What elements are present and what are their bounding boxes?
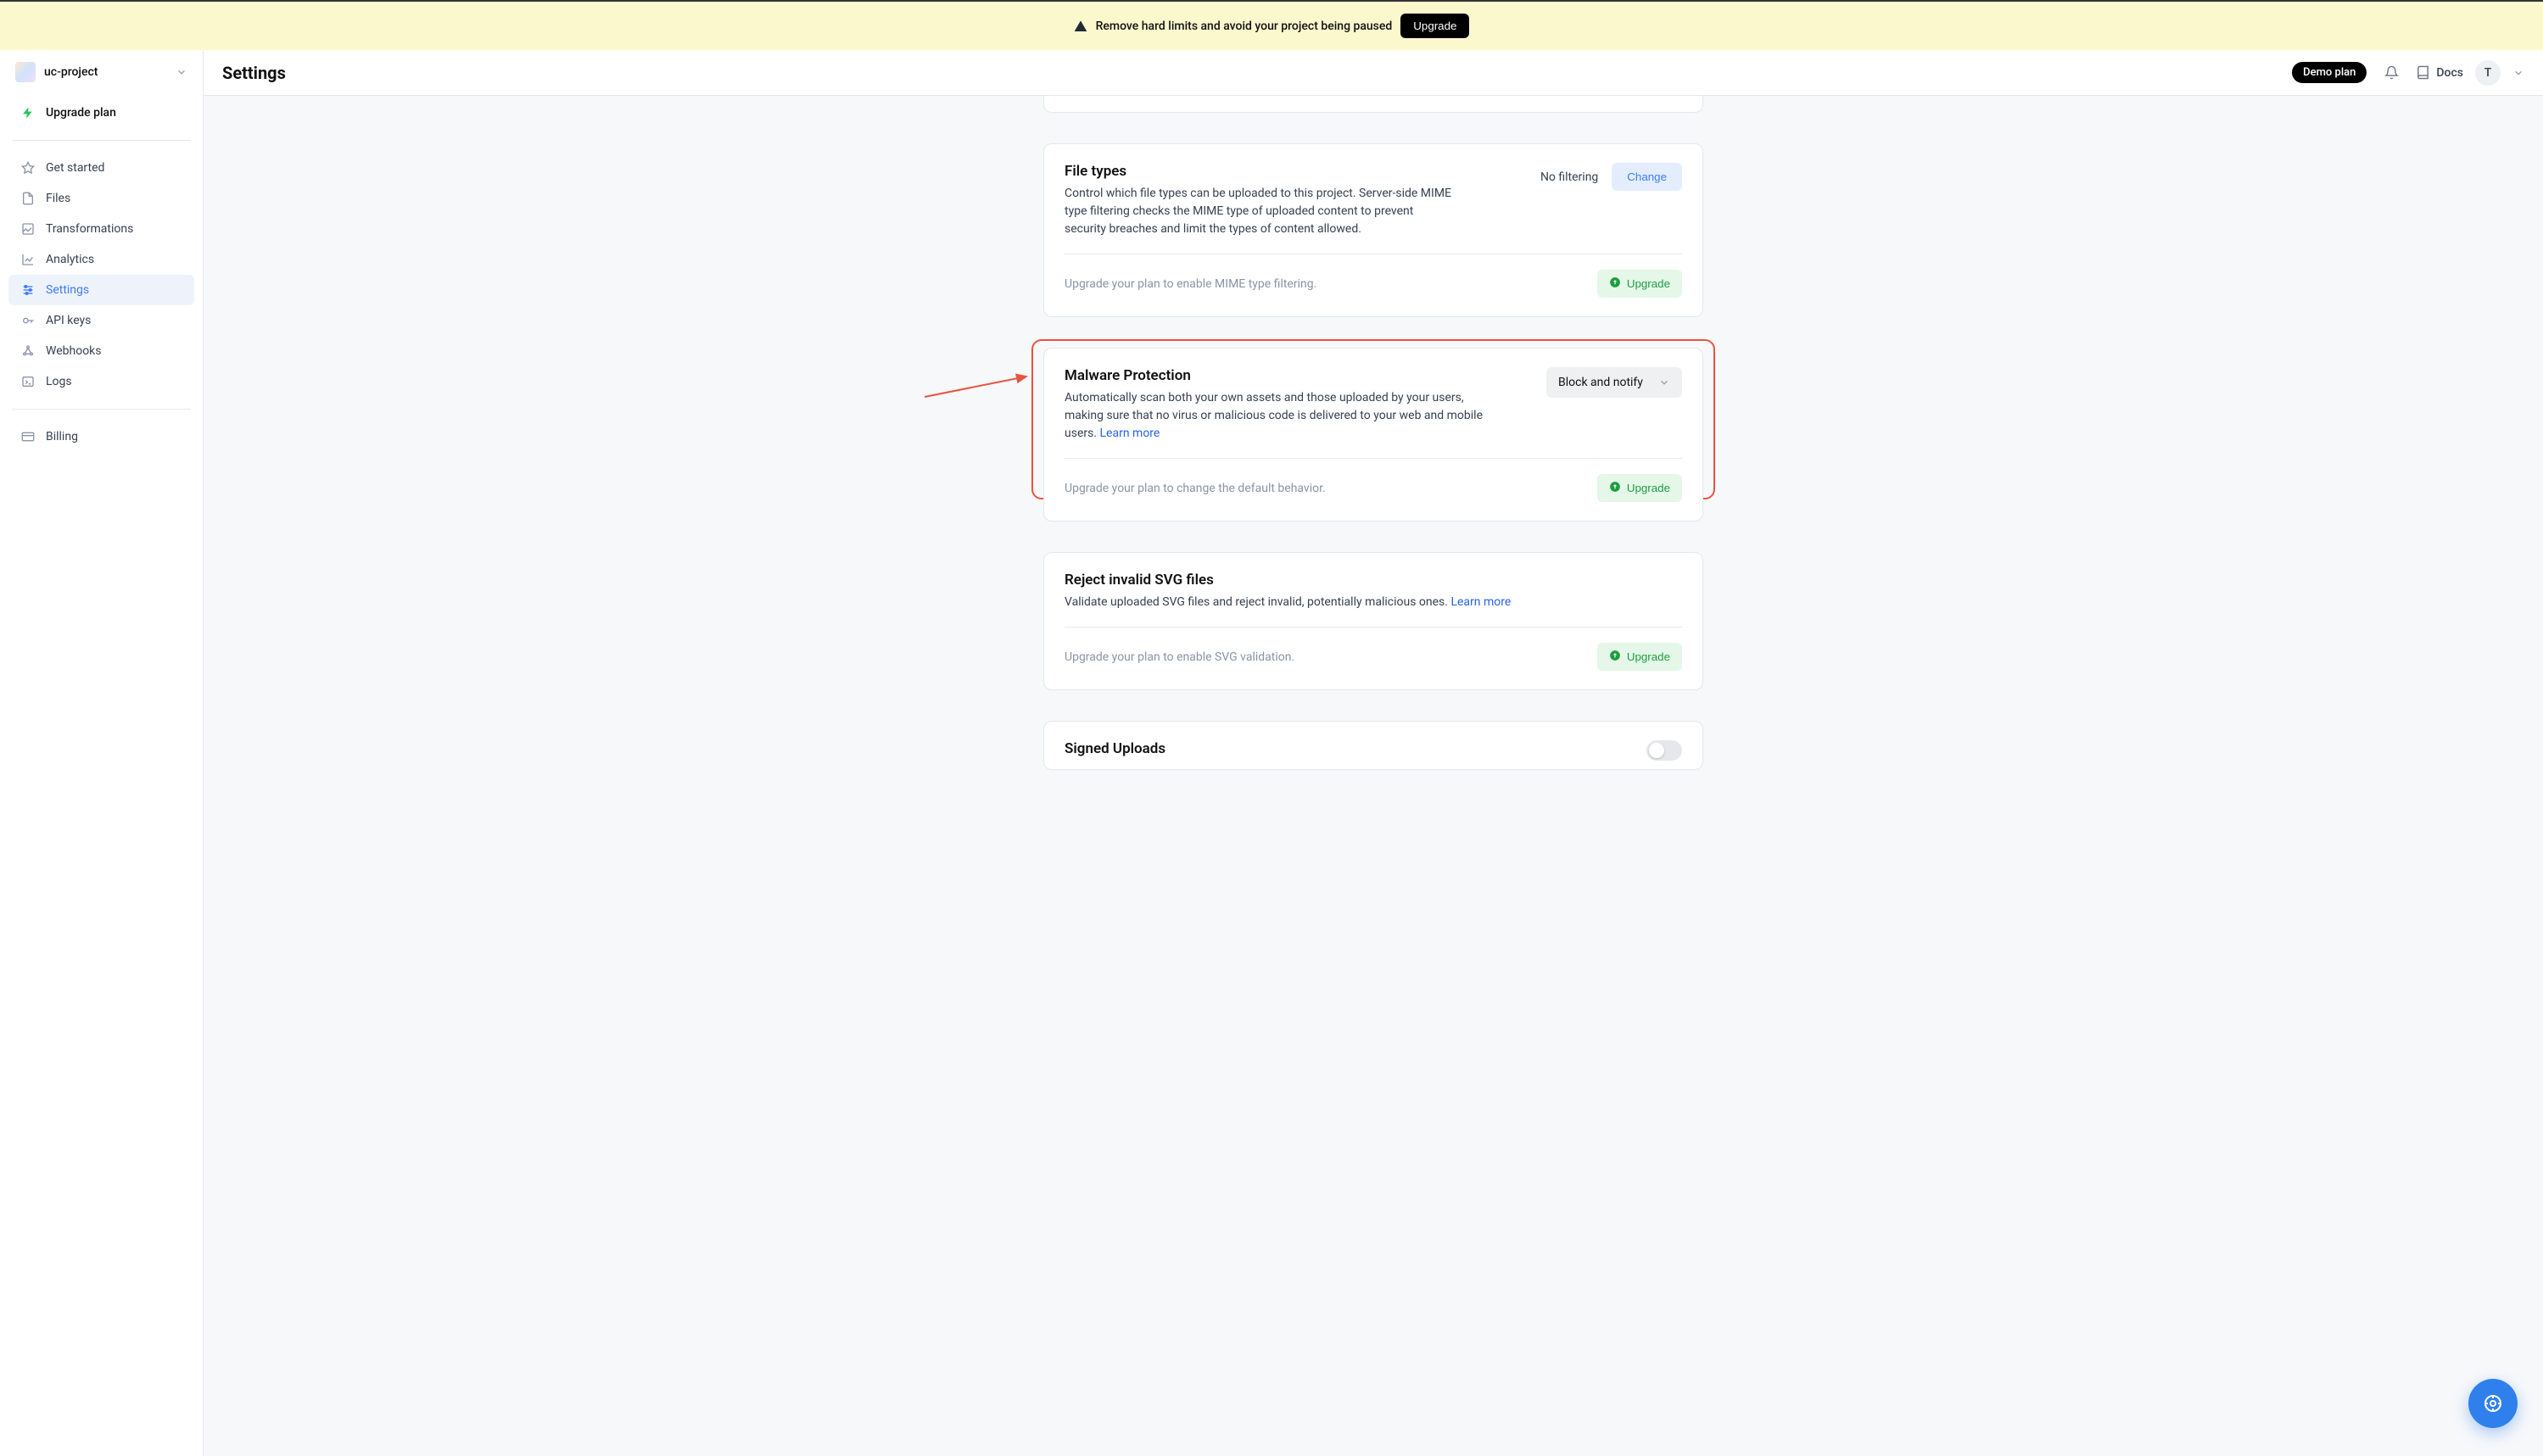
upgrade-hint: Upgrade your plan to enable SVG validati…	[1065, 650, 1294, 664]
sidebar-item-files[interactable]: Files	[8, 183, 194, 214]
upgrade-label: Upgrade	[1627, 277, 1670, 290]
docs-label: Docs	[2436, 66, 2463, 80]
arrow-up-circle-icon	[1609, 650, 1621, 664]
toggle-knob	[1649, 743, 1664, 758]
page-title: Settings	[222, 63, 2280, 83]
key-icon	[20, 314, 36, 327]
upgrade-hint: Upgrade your plan to enable MIME type fi…	[1065, 277, 1316, 291]
sidebar-item-label: Logs	[46, 375, 72, 388]
sidebar-item-settings[interactable]: Settings	[8, 275, 194, 305]
card-title: Reject invalid SVG files	[1065, 572, 1682, 589]
chevron-down-icon	[176, 66, 187, 78]
sidebar-item-label: API keys	[46, 314, 91, 327]
project-name: uc-project	[44, 65, 167, 79]
malware-mode-select[interactable]: Block and notify	[1546, 367, 1682, 398]
sidebar-item-get-started[interactable]: Get started	[8, 153, 194, 183]
card-title: File types	[1065, 163, 1515, 180]
card-icon	[20, 430, 36, 443]
learn-more-link[interactable]: Learn more	[1100, 427, 1160, 440]
card-title: Signed Uploads	[1065, 740, 1621, 757]
card-description: Validate uploaded SVG files and reject i…	[1065, 594, 1573, 611]
card-malware-protection: Malware Protection Automatically scan bo…	[1043, 348, 1703, 522]
banner-upgrade-button[interactable]: Upgrade	[1400, 14, 1469, 38]
sidebar-item-label: Analytics	[46, 253, 94, 266]
topbar: Settings Demo plan Docs T	[204, 50, 2543, 96]
star-icon	[20, 161, 36, 175]
sidebar-item-api-keys[interactable]: API keys	[8, 305, 194, 336]
bell-icon[interactable]	[2378, 60, 2404, 86]
select-value: Block and notify	[1558, 376, 1643, 389]
plan-badge[interactable]: Demo plan	[2292, 62, 2367, 83]
project-switcher[interactable]: uc-project	[0, 50, 203, 94]
card-reject-svg: Reject invalid SVG files Validate upload…	[1043, 552, 1703, 690]
sidebar-item-logs[interactable]: Logs	[8, 366, 194, 397]
analytics-icon	[20, 253, 36, 266]
sidebar-item-label: Files	[46, 192, 70, 205]
avatar-initial: T	[2484, 66, 2492, 80]
sliders-icon	[20, 283, 36, 297]
card-file-types: File types Control which file types can …	[1043, 143, 1703, 317]
learn-more-link[interactable]: Learn more	[1450, 595, 1511, 609]
support-chat-button[interactable]	[2468, 1379, 2518, 1428]
sidebar-item-webhooks[interactable]: Webhooks	[8, 336, 194, 366]
logs-icon	[20, 375, 36, 388]
card-description-text: Validate uploaded SVG files and reject i…	[1065, 595, 1450, 609]
sidebar-divider	[12, 140, 191, 141]
card-description: Automatically scan both your own assets …	[1065, 389, 1506, 443]
lightning-icon	[20, 106, 36, 120]
upgrade-label: Upgrade	[1627, 482, 1670, 494]
upgrade-button[interactable]: Upgrade	[1597, 474, 1682, 502]
banner-text: Remove hard limits and avoid your projec…	[1096, 20, 1393, 33]
upgrade-button[interactable]: Upgrade	[1597, 643, 1682, 671]
sidebar-item-transformations[interactable]: Transformations	[8, 214, 194, 244]
change-button[interactable]: Change	[1612, 163, 1682, 191]
upgrade-button[interactable]: Upgrade	[1597, 270, 1682, 298]
card-previous-partial	[1043, 96, 1703, 113]
transform-icon	[20, 222, 36, 236]
sidebar-item-billing[interactable]: Billing	[8, 421, 194, 452]
file-icon	[20, 192, 36, 205]
sidebar: uc-project Upgrade plan Get started	[0, 50, 204, 1456]
webhook-icon	[20, 344, 36, 358]
filtering-status: No filtering	[1540, 170, 1598, 184]
sidebar-item-label: Webhooks	[46, 344, 102, 358]
sidebar-item-upgrade-plan[interactable]: Upgrade plan	[8, 98, 194, 128]
upgrade-banner: Remove hard limits and avoid your projec…	[0, 2, 2543, 50]
card-title: Malware Protection	[1065, 367, 1521, 384]
warning-icon	[1074, 20, 1087, 33]
avatar[interactable]: T	[2475, 60, 2501, 86]
chevron-down-icon	[1658, 377, 1670, 388]
signed-uploads-toggle[interactable]	[1646, 740, 1682, 761]
card-description: Control which file types can be uploaded…	[1065, 185, 1455, 238]
sidebar-item-label: Transformations	[46, 222, 133, 236]
project-thumbnail	[15, 62, 36, 82]
upgrade-hint: Upgrade your plan to change the default …	[1065, 482, 1326, 495]
upgrade-label: Upgrade	[1627, 650, 1670, 663]
sidebar-item-label: Upgrade plan	[46, 106, 116, 120]
sidebar-item-label: Get started	[46, 161, 104, 175]
chevron-down-icon[interactable]	[2512, 67, 2524, 79]
sidebar-divider	[12, 409, 191, 410]
sidebar-item-label: Settings	[46, 283, 89, 297]
sidebar-item-analytics[interactable]: Analytics	[8, 244, 194, 275]
card-signed-uploads: Signed Uploads	[1043, 721, 1703, 770]
annotation-arrow	[925, 371, 1035, 405]
book-icon	[2416, 65, 2430, 80]
main-area: Settings Demo plan Docs T	[204, 50, 2543, 1456]
docs-link[interactable]: Docs	[2416, 65, 2463, 80]
arrow-up-circle-icon	[1609, 276, 1621, 291]
content-scroll[interactable]: File types Control which file types can …	[204, 96, 2543, 1456]
sidebar-item-label: Billing	[46, 430, 78, 443]
arrow-up-circle-icon	[1609, 481, 1621, 495]
